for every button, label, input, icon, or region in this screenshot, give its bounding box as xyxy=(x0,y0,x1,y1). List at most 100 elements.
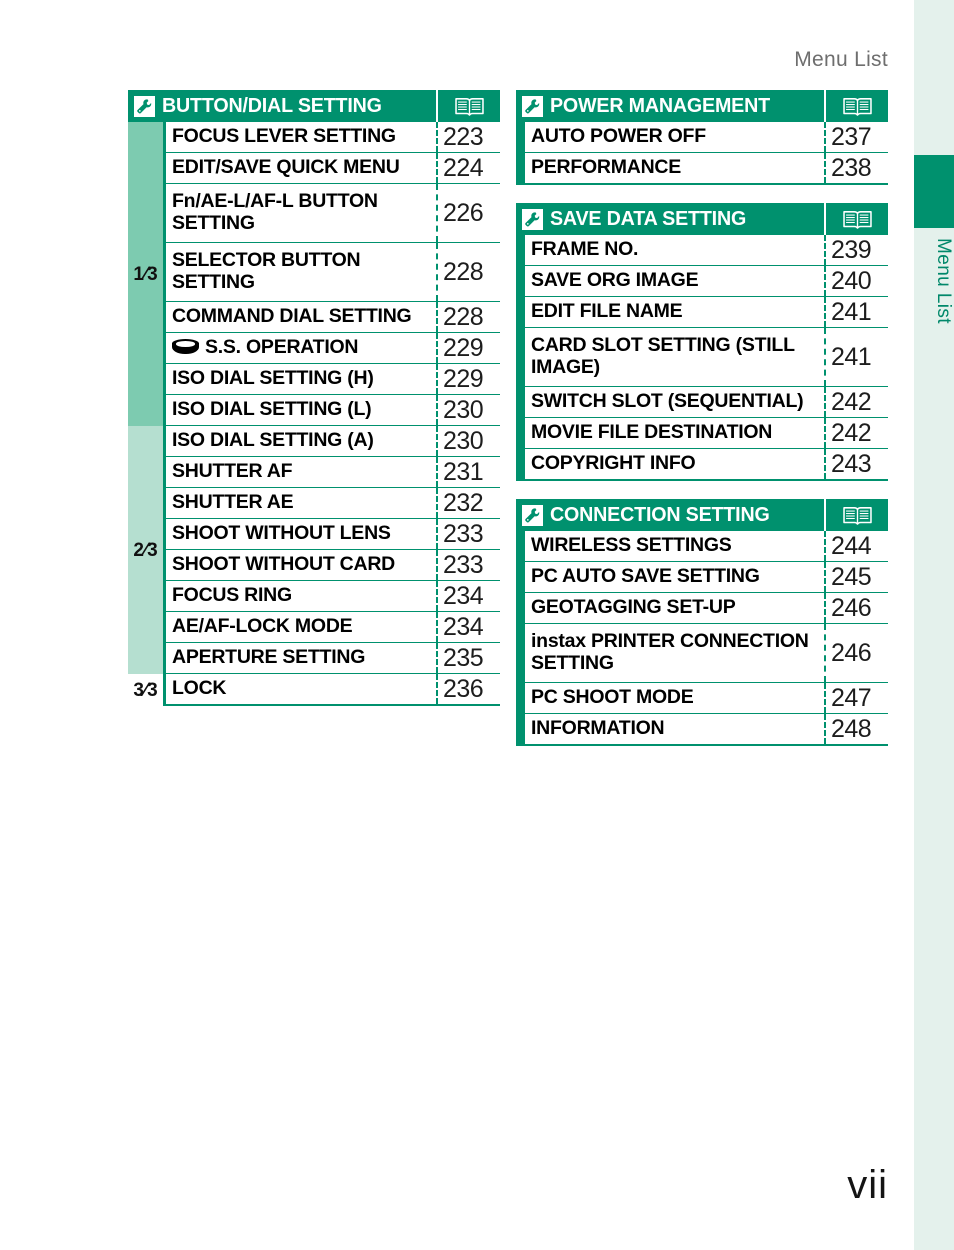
page-reference[interactable]: 234 xyxy=(436,581,500,611)
menu-row[interactable]: PC AUTO SAVE SETTING 245 xyxy=(525,562,888,593)
menu-row[interactable]: FOCUS LEVER SETTING 223 xyxy=(166,122,500,153)
menu-row[interactable]: COMMAND DIAL SETTING 228 xyxy=(166,302,500,333)
menu-row[interactable]: SHOOT WITHOUT CARD 233 xyxy=(166,550,500,581)
page-reference[interactable]: 228 xyxy=(436,243,500,301)
menu-row[interactable]: CARD SLOT SETTING (STILL IMAGE) 241 xyxy=(525,328,888,387)
menu-row[interactable]: GEOTAGGING SET-UP 246 xyxy=(525,593,888,624)
page-reference[interactable]: 244 xyxy=(824,531,888,561)
page-reference[interactable]: 240 xyxy=(824,266,888,296)
book-icon xyxy=(436,90,500,122)
menu-item-label: GEOTAGGING SET-UP xyxy=(531,595,736,618)
left-column: BUTTON/DIAL SETTING 1⁄3 2⁄3 3⁄3 FOCUS LEVER … xyxy=(128,90,500,746)
page-group-2: 2⁄3 xyxy=(128,426,166,674)
page-reference[interactable]: 239 xyxy=(824,235,888,265)
menu-item-label: WIRELESS SETTINGS xyxy=(531,533,732,556)
page-reference[interactable]: 243 xyxy=(824,449,888,479)
menu-item-label: Fn/AE-L/AF-L BUTTON SETTING xyxy=(172,189,378,234)
menu-item-label: ISO DIAL SETTING (L) xyxy=(172,397,372,420)
page-number: vii xyxy=(847,1163,888,1207)
menu-item-label: PERFORMANCE xyxy=(531,155,682,178)
menu-item-label: SWITCH SLOT (SEQUENTIAL) xyxy=(531,389,804,412)
menu-item-label: AUTO POWER OFF xyxy=(531,124,706,147)
page-reference[interactable]: 235 xyxy=(436,643,500,673)
menu-item-label: ISO DIAL SETTING (H) xyxy=(172,366,374,389)
page-reference[interactable]: 234 xyxy=(436,612,500,642)
menu-row[interactable]: AE/AF-LOCK MODE 234 xyxy=(166,612,500,643)
section-header: SAVE DATA SETTING xyxy=(516,203,888,235)
menu-item-text: S.S. OPERATION xyxy=(205,335,359,358)
menu-item-label: FOCUS RING xyxy=(172,583,292,606)
menu-row[interactable]: WIRELESS SETTINGS 244 xyxy=(525,531,888,562)
menu-item-label: SAVE ORG IMAGE xyxy=(531,268,699,291)
page-reference[interactable]: 223 xyxy=(436,122,500,152)
book-icon xyxy=(824,499,888,531)
page-group-label: 2⁄3 xyxy=(133,539,158,561)
menu-row[interactable]: SHOOT WITHOUT LENS 233 xyxy=(166,519,500,550)
menu-row[interactable]: ISO DIAL SETTING (A) 230 xyxy=(166,426,500,457)
menu-row[interactable]: instax PRINTER CONNECTION SETTING 246 xyxy=(525,624,888,683)
page-reference[interactable]: 246 xyxy=(824,593,888,623)
section-title: CONNECTION SETTING xyxy=(550,503,770,526)
menu-row[interactable]: S.S. OPERATION 229 xyxy=(166,333,500,364)
section-body: AUTO POWER OFF 237 PERFORMANCE 238 xyxy=(516,122,888,185)
page-reference[interactable]: 238 xyxy=(824,153,888,183)
menu-row[interactable]: PC SHOOT MODE 247 xyxy=(525,683,888,714)
page-reference[interactable]: 241 xyxy=(824,297,888,327)
menu-item-label: instax PRINTER CONNECTION SETTING xyxy=(531,629,809,674)
page-reference[interactable]: 231 xyxy=(436,457,500,487)
page-reference[interactable]: 229 xyxy=(436,364,500,394)
page-reference[interactable]: 237 xyxy=(824,122,888,152)
page-group-indicator-column: 1⁄3 2⁄3 3⁄3 xyxy=(128,122,166,706)
page-group-3: 3⁄3 xyxy=(128,674,166,706)
section-spine xyxy=(516,122,525,185)
menu-row[interactable]: EDIT/SAVE QUICK MENU 224 xyxy=(166,153,500,184)
menu-item-label: SHOOT WITHOUT CARD xyxy=(172,552,395,575)
menu-row[interactable]: SAVE ORG IMAGE 240 xyxy=(525,266,888,297)
section-spine xyxy=(516,531,525,746)
page-reference[interactable]: 226 xyxy=(436,184,500,242)
menu-row[interactable]: MOVIE FILE DESTINATION 242 xyxy=(525,418,888,449)
page-reference[interactable]: 247 xyxy=(824,683,888,713)
side-tab: Menu List xyxy=(914,0,954,1250)
menu-row[interactable]: APERTURE SETTING 235 xyxy=(166,643,500,674)
menu-row[interactable]: LOCK 236 xyxy=(166,674,500,706)
menu-row[interactable]: INFORMATION 248 xyxy=(525,714,888,746)
page-reference[interactable]: 233 xyxy=(436,550,500,580)
menu-item-label: FRAME NO. xyxy=(531,237,639,260)
page-reference[interactable]: 245 xyxy=(824,562,888,592)
menu-row[interactable]: ISO DIAL SETTING (H) 229 xyxy=(166,364,500,395)
page-reference[interactable]: 230 xyxy=(436,426,500,456)
menu-row[interactable]: COPYRIGHT INFO 243 xyxy=(525,449,888,481)
page-reference[interactable]: 241 xyxy=(824,328,888,386)
menu-row[interactable]: Fn/AE-L/AF-L BUTTON SETTING 226 xyxy=(166,184,500,243)
menu-row[interactable]: FRAME NO. 239 xyxy=(525,235,888,266)
page-reference[interactable]: 224 xyxy=(436,153,500,183)
page-reference[interactable]: 228 xyxy=(436,302,500,332)
page-reference[interactable]: 242 xyxy=(824,387,888,417)
menu-row[interactable]: ISO DIAL SETTING (L) 230 xyxy=(166,395,500,426)
menu-row[interactable]: AUTO POWER OFF 237 xyxy=(525,122,888,153)
page-reference[interactable]: 248 xyxy=(824,714,888,744)
menu-row[interactable]: SELECTOR BUTTON SETTING 228 xyxy=(166,243,500,302)
page-reference[interactable]: 246 xyxy=(824,624,888,682)
menu-item-label: AE/AF-LOCK MODE xyxy=(172,614,353,637)
menu-row[interactable]: EDIT FILE NAME 241 xyxy=(525,297,888,328)
menu-item-label: LOCK xyxy=(172,676,227,699)
page-reference[interactable]: 233 xyxy=(436,519,500,549)
menu-item-label: EDIT/SAVE QUICK MENU xyxy=(172,155,400,178)
menu-row[interactable]: PERFORMANCE 238 xyxy=(525,153,888,185)
page-reference[interactable]: 232 xyxy=(436,488,500,518)
menu-item-label: S.S. OPERATION xyxy=(166,333,436,363)
page-reference[interactable]: 230 xyxy=(436,395,500,425)
menu-row[interactable]: SHUTTER AE 232 xyxy=(166,488,500,519)
wrench-icon xyxy=(522,504,543,526)
menu-row[interactable]: SWITCH SLOT (SEQUENTIAL) 242 xyxy=(525,387,888,418)
page-reference[interactable]: 242 xyxy=(824,418,888,448)
wrench-icon xyxy=(522,95,543,117)
page-reference[interactable]: 229 xyxy=(436,333,500,363)
side-tab-label: Menu List xyxy=(933,238,954,324)
right-column: POWER MANAGEMENT AUTO POWER OFF 237 PERFORM… xyxy=(516,90,888,746)
page-reference[interactable]: 236 xyxy=(436,674,500,704)
menu-row[interactable]: SHUTTER AF 231 xyxy=(166,457,500,488)
menu-row[interactable]: FOCUS RING 234 xyxy=(166,581,500,612)
